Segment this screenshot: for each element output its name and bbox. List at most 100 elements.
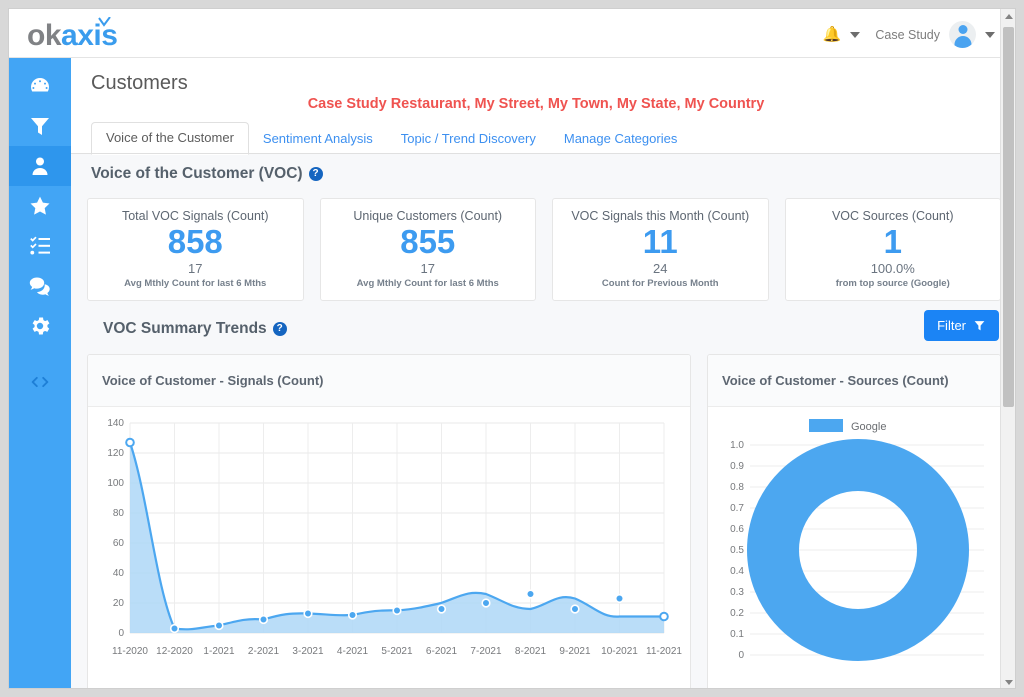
- kpi-label: Unique Customers (Count): [353, 209, 503, 223]
- svg-text:0.9: 0.9: [730, 461, 744, 472]
- checklist-icon: [30, 236, 50, 255]
- star-icon: [30, 196, 50, 215]
- svg-text:0.1: 0.1: [730, 629, 744, 640]
- svg-text:7-2021: 7-2021: [470, 646, 502, 657]
- help-icon[interactable]: ?: [272, 322, 287, 336]
- person-icon: [32, 157, 48, 175]
- svg-text:0.3: 0.3: [730, 587, 744, 598]
- kpi-sub-label: Count for Previous Month: [601, 278, 719, 290]
- svg-text:100: 100: [107, 478, 124, 489]
- page-content: Customers Case Study Restaurant, My Stre…: [71, 58, 1015, 689]
- legend-label-google: Google: [851, 421, 886, 433]
- scrollbar-thumb[interactable]: [1003, 27, 1014, 407]
- svg-text:11-2020: 11-2020: [112, 646, 148, 657]
- kpi-sub-label: Avg Mthly Count for last 6 Mths: [356, 278, 499, 290]
- svg-text:140: 140: [107, 418, 124, 429]
- chart-title: Voice of Customer - Signals (Count): [102, 373, 324, 388]
- tab-topic-trend-discovery[interactable]: Topic / Trend Discovery: [387, 124, 550, 154]
- signals-area-chart[interactable]: 140 120 100 80 60 40 20 0 11-2020 12-202…: [88, 407, 690, 689]
- kpi-sub-value: 17: [188, 261, 203, 277]
- svg-text:0.4: 0.4: [730, 566, 744, 577]
- gear-icon: [32, 317, 50, 335]
- sidebar-item-messages[interactable]: [9, 266, 71, 306]
- kpi-value: 11: [642, 223, 678, 260]
- sidebar-item-customers[interactable]: [9, 146, 71, 186]
- tab-bar: Voice of the Customer Sentiment Analysis…: [91, 120, 691, 155]
- svg-text:120: 120: [107, 448, 124, 459]
- kpi-sub-label: from top source (Google): [835, 278, 950, 290]
- svg-text:0: 0: [738, 650, 744, 661]
- kpi-sub-label: Avg Mthly Count for last 6 Mths: [124, 278, 267, 290]
- kpi-card-unique-customers: Unique Customers (Count) 855 17 Avg Mthl…: [319, 198, 536, 301]
- account-chevron-down-icon[interactable]: [985, 31, 995, 38]
- kpi-card-voc-signals-this-month: VOC Signals this Month (Count) 11 24 Cou…: [552, 198, 769, 301]
- sidebar-item-tasks[interactable]: [9, 226, 71, 266]
- trends-section-heading: VOC Summary Trends ?: [103, 320, 287, 338]
- logo-swoosh-icon: [98, 17, 111, 27]
- svg-text:0.7: 0.7: [730, 503, 744, 514]
- sidebar: [9, 58, 71, 688]
- sidebar-item-dashboard[interactable]: [9, 66, 71, 106]
- tab-sentiment-analysis[interactable]: Sentiment Analysis: [249, 124, 387, 154]
- tab-manage-categories[interactable]: Manage Categories: [550, 124, 691, 154]
- sidebar-item-developer[interactable]: [9, 362, 71, 402]
- kpi-card-row: Total VOC Signals (Count) 858 17 Avg Mth…: [87, 198, 1001, 301]
- chart-body: Google 1.0 0.9 0.8 0.7 0.6 0.5 0.4 0.3 0…: [708, 407, 1000, 689]
- chart-title: Voice of Customer - Sources (Count): [722, 373, 949, 388]
- help-icon[interactable]: ?: [308, 167, 323, 181]
- svg-text:11-2021: 11-2021: [646, 646, 682, 657]
- svg-text:60: 60: [113, 538, 125, 549]
- svg-text:8-2021: 8-2021: [515, 646, 547, 657]
- kpi-sub-value: 17: [420, 261, 435, 277]
- funnel-icon: [31, 118, 49, 135]
- site-subtitle: Case Study Restaurant, My Street, My Tow…: [307, 96, 765, 112]
- top-bar: okaxis 🔔 Case Study: [9, 9, 1015, 58]
- chart-card-sources: Voice of Customer - Sources (Count) Goog…: [707, 354, 1001, 689]
- vertical-scrollbar[interactable]: [1000, 9, 1015, 688]
- funnel-icon: [974, 321, 985, 331]
- chevron-down-icon: [1004, 680, 1013, 685]
- chart-body: 140 120 100 80 60 40 20 0 11-2020 12-202…: [88, 407, 690, 689]
- application-window: okaxis 🔔 Case Study Customers Case Study…: [8, 8, 1016, 689]
- svg-text:80: 80: [113, 508, 125, 519]
- kpi-value: 1: [883, 223, 902, 260]
- charts-row: Voice of Customer - Signals (Count) 140 …: [87, 354, 1001, 689]
- kpi-sub-value: 24: [653, 261, 668, 277]
- svg-text:20: 20: [113, 598, 125, 609]
- kpi-label: Total VOC Signals (Count): [121, 209, 269, 223]
- avatar[interactable]: [949, 21, 976, 48]
- sidebar-item-filters[interactable]: [9, 106, 71, 146]
- legend-swatch: [809, 419, 843, 432]
- code-brackets-icon: [31, 376, 49, 388]
- chevron-up-icon: [1004, 14, 1013, 19]
- svg-text:9-2021: 9-2021: [559, 646, 591, 657]
- page-title: Customers: [91, 72, 188, 94]
- filter-button[interactable]: Filter: [924, 310, 999, 341]
- svg-text:4-2021: 4-2021: [337, 646, 369, 657]
- sidebar-item-favourites[interactable]: [9, 186, 71, 226]
- scroll-up-button[interactable]: [1001, 9, 1015, 24]
- tab-voice-of-the-customer[interactable]: Voice of the Customer: [91, 122, 249, 155]
- svg-text:3-2021: 3-2021: [292, 646, 324, 657]
- voc-section-heading: Voice of the Customer (VOC) ?: [91, 165, 323, 183]
- sources-donut-chart[interactable]: Google 1.0 0.9 0.8 0.7 0.6 0.5 0.4 0.3 0…: [708, 407, 1000, 689]
- bell-icon[interactable]: 🔔: [823, 27, 842, 42]
- kpi-label: VOC Sources (Count): [831, 209, 954, 223]
- svg-text:0.5: 0.5: [730, 545, 744, 556]
- page-header: Customers Case Study Restaurant, My Stre…: [71, 58, 1015, 155]
- svg-text:5-2021: 5-2021: [381, 646, 413, 657]
- notifications-chevron-down-icon[interactable]: [850, 31, 861, 38]
- voc-section-heading-text: Voice of the Customer (VOC): [91, 165, 303, 182]
- kpi-sub-value: 100.0%: [870, 261, 915, 277]
- trends-section-heading-text: VOC Summary Trends: [103, 320, 267, 337]
- svg-text:0.6: 0.6: [730, 524, 744, 535]
- chart-card-header: Voice of Customer - Sources (Count): [708, 355, 1000, 407]
- sidebar-item-settings[interactable]: [9, 306, 71, 346]
- chart-card-header: Voice of Customer - Signals (Count): [88, 355, 690, 407]
- kpi-card-voc-sources: VOC Sources (Count) 1 100.0% from top so…: [784, 198, 1001, 301]
- svg-text:0.2: 0.2: [730, 608, 744, 619]
- scroll-down-button[interactable]: [1001, 675, 1015, 688]
- svg-text:2-2021: 2-2021: [248, 646, 280, 657]
- svg-text:6-2021: 6-2021: [426, 646, 458, 657]
- kpi-value: 855: [400, 223, 456, 260]
